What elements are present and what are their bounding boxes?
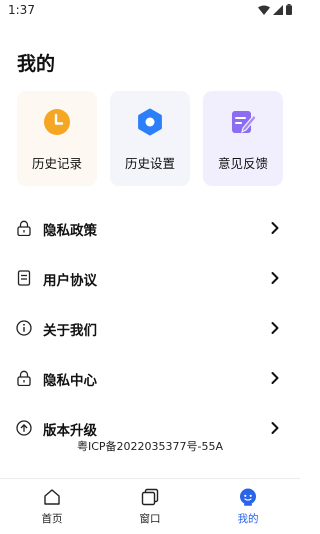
menu-item-label: 隐私中心 <box>43 373 97 389</box>
tab-home[interactable]: 首页 <box>2 479 102 534</box>
history-records-card[interactable]: 历史记录 <box>17 91 97 186</box>
cellular-signal-icon <box>273 4 283 15</box>
status-bar: 1:37 <box>0 0 300 22</box>
settings-icon <box>138 108 162 136</box>
page-title: 我的 <box>17 53 56 75</box>
tab-windows-label: 窗口 <box>139 513 161 525</box>
lock-icon <box>17 220 31 236</box>
chevron-right-icon <box>271 322 279 334</box>
lock-icon <box>17 370 31 386</box>
menu-item-label: 隐私政策 <box>43 223 97 239</box>
document-icon <box>17 270 31 286</box>
history-records-label: 历史记录 <box>31 156 82 171</box>
chevron-right-icon <box>271 422 279 434</box>
chevron-right-icon <box>271 372 279 384</box>
menu-item-privacy-policy[interactable]: 隐私政策 <box>0 208 300 248</box>
profile-icon <box>240 488 256 506</box>
icp-registration-text: 粤ICP备2022035377号-55A <box>76 440 224 453</box>
wifi-icon <box>258 5 270 15</box>
menu-item-privacy-center[interactable]: 隐私中心 <box>0 358 300 398</box>
history-settings-label: 历史设置 <box>124 156 175 171</box>
tab-windows[interactable]: 窗口 <box>100 479 200 534</box>
history-settings-card[interactable]: 历史设置 <box>110 91 190 186</box>
info-icon <box>16 320 32 336</box>
battery-icon <box>286 4 292 15</box>
menu-item-user-agreement[interactable]: 用户协议 <box>0 258 300 298</box>
home-icon <box>44 489 60 505</box>
windows-icon <box>141 488 159 506</box>
feedback-label: 意见反馈 <box>217 156 268 171</box>
upgrade-icon <box>16 420 32 436</box>
tab-mine[interactable]: 我的 <box>198 479 298 534</box>
feedback-card[interactable]: 意见反馈 <box>203 91 283 186</box>
tab-home-label: 首页 <box>41 513 63 525</box>
chevron-right-icon <box>271 272 279 284</box>
bottom-tab-bar: 首页 窗口 我的 <box>0 478 300 534</box>
clock-icon <box>44 109 70 135</box>
chevron-right-icon <box>271 222 279 234</box>
menu-item-label: 版本升级 <box>43 423 97 439</box>
status-icons <box>258 4 292 15</box>
menu-item-about-us[interactable]: 关于我们 <box>0 308 300 348</box>
menu-item-label: 关于我们 <box>43 323 97 339</box>
feedback-icon <box>232 111 257 134</box>
tab-mine-label: 我的 <box>237 513 259 525</box>
menu-item-label: 用户协议 <box>43 273 97 289</box>
status-time: 1:37 <box>8 3 35 17</box>
